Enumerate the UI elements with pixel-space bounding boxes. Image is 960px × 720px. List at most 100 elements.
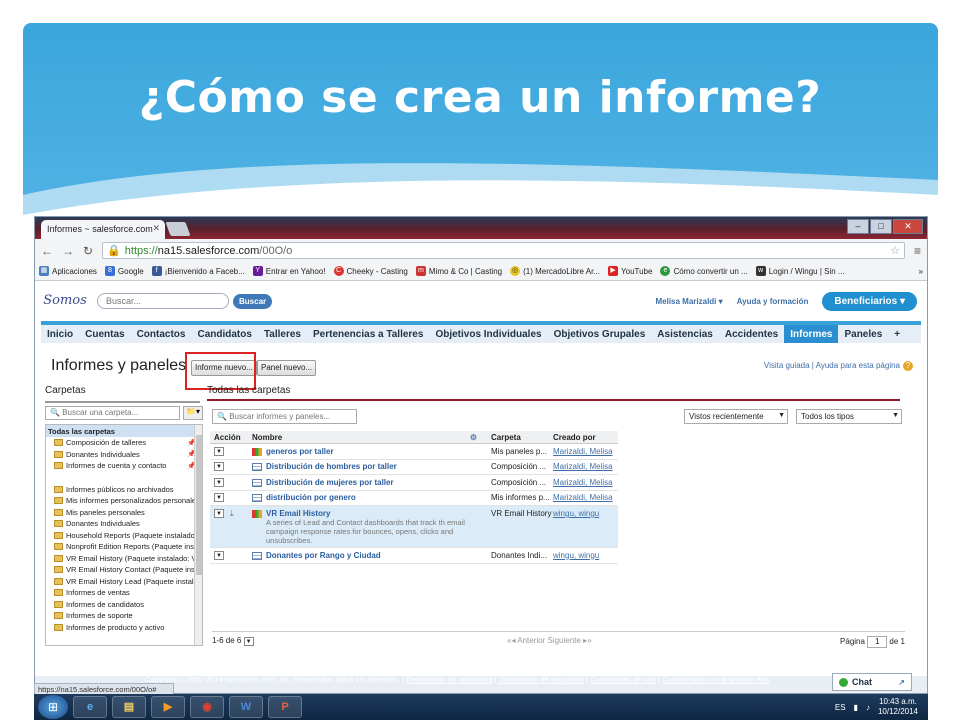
help-link[interactable]: Ayuda y formación <box>737 297 809 306</box>
report-link[interactable]: generos por taller <box>266 447 334 456</box>
privacy-link[interactable]: Declaración de privacidad <box>406 675 492 684</box>
download-icon[interactable]: ⤓ <box>230 509 234 519</box>
star-icon[interactable]: ☆ <box>890 244 900 257</box>
tab-inicio[interactable]: Inicio <box>41 326 79 343</box>
column-settings-icon[interactable]: ⚙ <box>470 433 477 442</box>
bookmark-como-convertir[interactable]: e Cómo convertir un ... <box>660 266 748 276</box>
report-link[interactable]: Distribución de hombres por taller <box>266 462 397 471</box>
more-bookmarks-icon[interactable]: » <box>919 267 923 276</box>
tab-talleres[interactable]: Talleres <box>258 326 307 343</box>
bookmark-mimo[interactable]: m Mimo & Co | Casting <box>415 266 502 276</box>
folder-item[interactable]: Nonprofit Edition Reports (Paquete inst <box>46 541 202 553</box>
add-tab-button[interactable]: + <box>888 326 906 343</box>
tab-asistencias[interactable]: Asistencias <box>651 326 719 343</box>
row-creator[interactable]: wingu, wingu <box>553 509 618 518</box>
minimize-icon[interactable]: – <box>847 219 869 234</box>
bookmark-apps[interactable]: ▦ Aplicaciones <box>39 266 97 276</box>
report-link[interactable]: distribución por genero <box>266 493 356 502</box>
row-action-dropdown[interactable]: ▼ <box>214 477 224 487</box>
col-nombre[interactable]: Nombre ⚙ <box>252 433 487 442</box>
recent-filter-select[interactable]: Vistos recientemente ▼ <box>684 409 788 424</box>
type-filter-select[interactable]: Todos los tipos ▼ <box>796 409 902 424</box>
bookmark-facebook[interactable]: f ¡Bienvenido a Faceb... <box>151 266 245 276</box>
row-creator[interactable]: Marizaldi, Melisa <box>553 462 618 471</box>
folder-item[interactable]: Informes de cuenta y contacto 📌 <box>46 460 202 472</box>
global-search-button[interactable]: Buscar <box>233 293 273 309</box>
tab-cuentas[interactable]: Cuentas <box>79 326 130 343</box>
tab-candidatos[interactable]: Candidatos <box>191 326 257 343</box>
media-player-icon[interactable]: ▶ <box>151 696 185 718</box>
bookmark-google[interactable]: 8 Google <box>104 266 144 276</box>
bookmark-cheeky[interactable]: C Cheeky - Casting <box>333 266 408 276</box>
terms-link[interactable]: Condiciones de uso <box>590 675 656 684</box>
report-search-input[interactable]: 🔍 Buscar informes y paneles... <box>212 409 357 424</box>
app-menu-button[interactable]: Beneficiarios ▾ <box>822 292 917 311</box>
row-action-dropdown[interactable]: ▼ <box>214 462 224 472</box>
bookmark-youtube[interactable]: ▶ YouTube <box>608 266 652 276</box>
folder-item[interactable]: Informes de producto y activo <box>46 622 202 634</box>
folder-all[interactable]: Todas las carpetas <box>46 425 202 437</box>
maximize-icon[interactable]: □ <box>870 219 892 234</box>
row-action-dropdown[interactable]: ▼ <box>214 446 224 456</box>
col-creado-por[interactable]: Creado por <box>553 433 618 442</box>
address-bar[interactable]: 🔒 https://na15.salesforce.com/00O/o ☆ <box>102 242 905 259</box>
tab-objetivos-individuales[interactable]: Objetivos Individuales <box>429 326 547 343</box>
explorer-icon[interactable]: ▤ <box>112 696 146 718</box>
bookmark-mercadolibre[interactable]: ◎ (1) MercadoLibre Ar... <box>510 266 600 276</box>
start-button[interactable]: ⊞ <box>38 695 68 719</box>
powerpoint-icon[interactable]: P <box>268 696 302 718</box>
page-range-select[interactable]: 1-6 de 6 ▼ <box>212 636 254 646</box>
close-window-icon[interactable]: ✕ <box>893 219 923 234</box>
folder-item[interactable]: Donantes Individuales <box>46 518 202 530</box>
folder-item[interactable]: Informes de ventas <box>46 587 202 599</box>
folder-item[interactable]: Informes públicos no archivados <box>46 484 202 496</box>
forward-icon[interactable]: → <box>62 244 74 258</box>
folder-item[interactable]: VR Email History Contact (Paquete inst <box>46 564 202 576</box>
folder-item[interactable]: VR Email History Lead (Paquete instala <box>46 576 202 588</box>
close-tab-icon[interactable]: ✕ <box>152 223 160 234</box>
folder-item[interactable]: Informes de soporte <box>46 610 202 622</box>
col-carpeta[interactable]: Carpeta <box>487 433 553 442</box>
report-link[interactable]: Donantes por Rango y Ciudad <box>266 551 381 560</box>
folder-item[interactable]: Mis paneles personales <box>46 507 202 519</box>
row-creator[interactable]: Marizaldi, Melisa <box>553 493 618 502</box>
folder-item[interactable]: Mis informes personalizados personale <box>46 495 202 507</box>
page-number-input[interactable]: 1 <box>867 636 888 648</box>
row-action-dropdown[interactable]: ▼ <box>214 509 224 518</box>
folder-search-input[interactable]: 🔍 Buscar una carpeta... <box>45 406 180 420</box>
help-links[interactable]: Visita guiada | Ayuda para esta página? <box>764 361 913 371</box>
folder-scrollbar[interactable] <box>194 425 202 645</box>
col-accion[interactable]: Acción <box>210 433 252 442</box>
folder-item[interactable]: Household Reports (Paquete instalado: <box>46 530 202 542</box>
folder-item[interactable]: VR Email History (Paquete instalado: V <box>46 553 202 565</box>
expand-icon[interactable]: ↗ <box>898 678 905 687</box>
scrollbar-thumb[interactable] <box>196 435 202 575</box>
volume-icon[interactable]: ♪ <box>866 703 870 712</box>
word-icon[interactable]: W <box>229 696 263 718</box>
internet-explorer-icon[interactable]: e <box>73 696 107 718</box>
security-link[interactable]: Declaración de seguridad <box>499 675 584 684</box>
row-creator[interactable]: Marizaldi, Melisa <box>553 447 618 456</box>
row-creator[interactable]: wingu, wingu <box>553 551 618 560</box>
row-action-dropdown[interactable]: ▼ <box>214 493 224 503</box>
section508-link[interactable]: Conformidad con la sección 508 <box>662 675 769 684</box>
report-link[interactable]: VR Email History <box>266 509 330 518</box>
chrome-icon[interactable]: ◉ <box>190 696 224 718</box>
folder-item[interactable]: Donantes Individuales 📌 <box>46 449 202 461</box>
folder-item[interactable]: Composición de talleres 📌 <box>46 437 202 449</box>
tab-paneles[interactable]: Paneles <box>838 326 888 343</box>
tab-accidentes[interactable]: Accidentes <box>719 326 784 343</box>
tab-contactos[interactable]: Contactos <box>131 326 192 343</box>
row-action-dropdown[interactable]: ▼ <box>214 550 224 560</box>
menu-icon[interactable]: ≡ <box>914 244 921 258</box>
user-menu[interactable]: Melisa Marizaldi ▾ <box>655 297 722 306</box>
bookmark-wingu[interactable]: w Login / Wingu | Sin ... <box>755 266 845 276</box>
report-link[interactable]: Distribución de mujeres por taller <box>266 478 394 487</box>
folder-item[interactable]: Informes de candidatos <box>46 599 202 611</box>
global-search-input[interactable]: Buscar... <box>97 293 229 309</box>
back-icon[interactable]: ← <box>41 244 53 258</box>
tab-informes[interactable]: Informes <box>784 325 839 343</box>
reload-icon[interactable]: ↻ <box>83 244 93 258</box>
bookmark-yahoo[interactable]: Y Entrar en Yahoo! <box>252 266 326 276</box>
network-icon[interactable]: ▮ <box>854 703 858 712</box>
